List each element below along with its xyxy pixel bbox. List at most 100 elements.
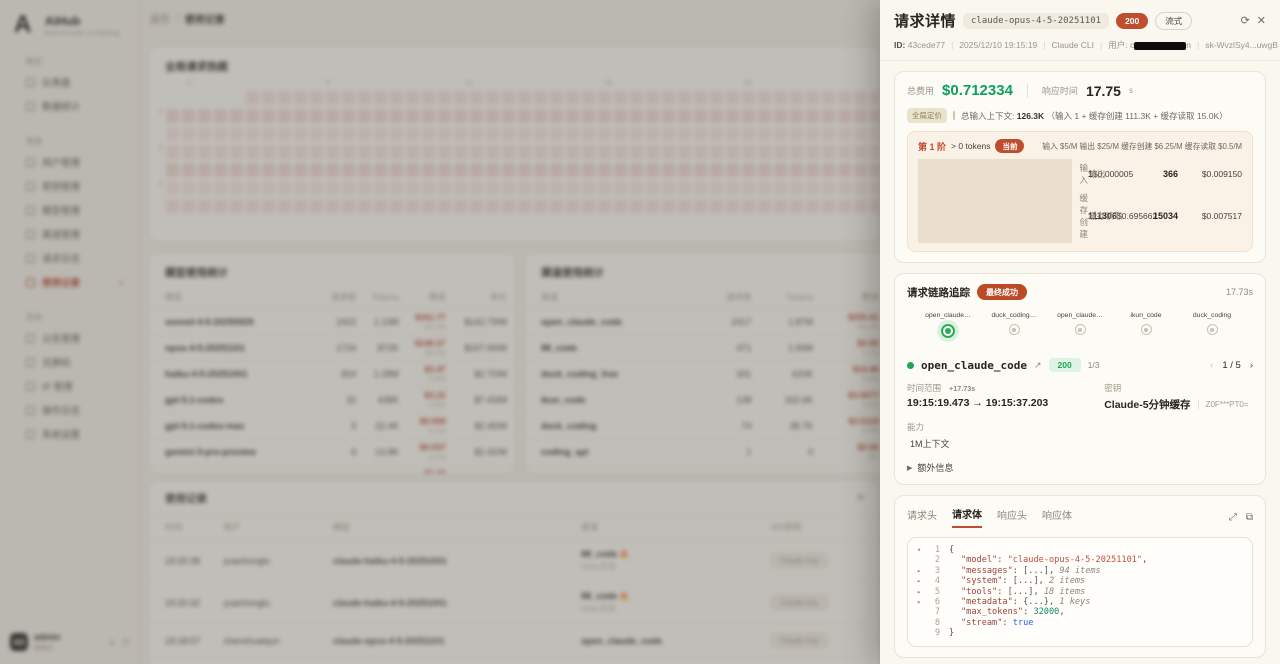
trace-node-label: open_claude… <box>925 312 971 319</box>
code-token: "metadata" <box>961 597 1013 607</box>
request-detail-drawer: 请求详情 claude-opus-4-5-20251101 200 流式 ⟳ ✕… <box>880 0 1280 664</box>
fold-toggle-icon[interactable]: ▸ <box>917 597 926 607</box>
code-token: "system" <box>961 576 1002 586</box>
code-token: : <box>1002 576 1012 586</box>
trace-node-label: duck_coding <box>1193 312 1231 319</box>
fold-toggle-icon[interactable]: ▸ <box>917 566 926 576</box>
status-badge: 200 <box>1116 13 1148 29</box>
tier-usage-缓存读取: 缓存读取15034$0.007517 <box>1089 189 1243 243</box>
code-line: ▸6"metadata": {...}, 1 keys <box>917 597 1243 607</box>
response-time-label: 响应时间 <box>1042 84 1078 97</box>
code-token: } <box>949 628 954 638</box>
code-token: "tools" <box>961 587 997 597</box>
trace-card: 请求链路追踪 最终成功 17.73s open_claude… duck_codi… <box>894 273 1266 485</box>
line-number: 9 <box>926 628 940 638</box>
tier-usage-cost: $0.009150 <box>1178 169 1242 179</box>
code-token: [...] <box>1013 576 1039 586</box>
trace-title: 请求链路追踪 <box>907 285 970 300</box>
expand-icon[interactable]: ⤢ <box>1229 512 1237 523</box>
trace-node-label: duck_coding… <box>992 312 1037 319</box>
code-token: "stream" <box>961 618 1002 628</box>
divider <box>918 159 1072 189</box>
code-token: "max_tokens" <box>961 607 1023 617</box>
tab-响应体[interactable]: 响应体 <box>1042 507 1072 527</box>
refresh-icon[interactable]: ⟳ <box>1241 14 1250 27</box>
code-token: 32000 <box>1033 607 1059 617</box>
fold-toggle-icon[interactable]: ▸ <box>917 576 926 586</box>
code-token: : <box>997 555 1007 565</box>
node-status-dot <box>907 362 914 369</box>
pricing-tier-card: 第 1 阶 > 0 tokens 当前 输入 $5/M 输出 $25/M 缓存创… <box>907 131 1253 252</box>
code-token: , <box>1049 597 1059 607</box>
code-line: ▸3"messages": [...], 94 items <box>917 566 1243 576</box>
trace-node-duck_coding…[interactable]: duck_coding… <box>988 312 1040 338</box>
line-number: 7 <box>926 607 940 617</box>
final-status-badge: 最终成功 <box>977 284 1027 300</box>
trace-node-ring <box>1207 324 1218 335</box>
time-range-label: 时间范围 <box>907 382 941 394</box>
tab-请求体[interactable]: 请求体 <box>952 506 982 528</box>
fold-toggle-icon[interactable]: ▸ <box>917 587 926 597</box>
stream-badge: 流式 <box>1155 12 1192 30</box>
pager-next-icon[interactable]: › <box>1250 360 1253 371</box>
client-name: Claude CLI <box>1052 40 1095 50</box>
line-number: 6 <box>926 597 940 607</box>
code-token: 1 keys <box>1059 597 1090 607</box>
code-token: , <box>1142 555 1147 565</box>
trace-duration: 17.73s <box>1226 287 1253 297</box>
tier-usage-label: 输入 <box>1080 162 1089 186</box>
request-time: 2025/12/10 19:15:19 <box>959 40 1037 50</box>
tab-请求头[interactable]: 请求头 <box>907 507 937 527</box>
capability-value: 1M上下文 <box>907 437 1253 450</box>
trace-node-duck_coding[interactable]: duck_coding <box>1186 312 1238 338</box>
line-number: 8 <box>926 618 940 628</box>
trace-node-open_claude…[interactable]: open_claude… <box>922 312 974 338</box>
close-icon[interactable]: ✕ <box>1257 14 1266 27</box>
key-masked-value: Z0F***PT0= <box>1198 400 1249 409</box>
time-range-value: 19:15:19.473 → 19:15:37.203 <box>907 397 1104 409</box>
tier-range: > 0 tokens <box>951 141 990 151</box>
trace-node-open_claude…[interactable]: open_claude… <box>1054 312 1106 338</box>
pager-prev-icon[interactable]: ‹ <box>1210 360 1213 371</box>
code-token: , <box>1039 576 1049 586</box>
request-meta-row: ID: 43cede77 | 2025/12/10 19:15:19 | Cla… <box>880 31 1280 61</box>
tier-usage-输出: 输出366$0.009150 <box>1089 159 1243 189</box>
tab-响应头[interactable]: 响应头 <box>997 507 1027 527</box>
tier-rates: 输入 $5/M 输出 $25/M 缓存创建 $6.25/M 缓存读取 $0.5/… <box>1042 141 1242 152</box>
copy-icon[interactable]: ⧉ <box>1246 512 1253 523</box>
payload-card: 请求头请求体响应头响应体 ⤢ ⧉ ▾1{2"model": "claude-op… <box>894 495 1266 658</box>
code-token: "claude-opus-4-5-20251101" <box>1008 555 1143 565</box>
caret-right-icon: ▶ <box>907 464 912 472</box>
cost-card: 总费用 $0.712334 响应时间 17.75 s 全局定价 总输入上下文: … <box>894 71 1266 263</box>
divider <box>918 189 1072 243</box>
trace-node-label: open_claude… <box>1057 312 1103 319</box>
model-chip: claude-opus-4-5-20251101 <box>963 13 1109 29</box>
node-status-chip: 200 <box>1049 358 1081 372</box>
trace-node-ikun_code[interactable]: ikun_code <box>1120 312 1172 338</box>
trace-node-ring <box>1075 324 1086 335</box>
line-number: 1 <box>926 545 940 555</box>
trace-node-ring <box>1009 324 1020 335</box>
external-link-icon[interactable]: ↗ <box>1034 360 1042 371</box>
code-token: : <box>1002 618 1012 628</box>
extra-info-toggle[interactable]: ▶ 额外信息 <box>907 461 1253 474</box>
api-key-masked: sk-WvzlSy4...uwgB <box>1205 40 1278 50</box>
tier-usage-缓存创建: 缓存创建111306$0.695662 <box>1080 189 1081 243</box>
capability-label: 能力 <box>907 421 924 433</box>
pricing-scope-badge: 全局定价 <box>907 108 947 123</box>
code-token: "messages" <box>961 566 1013 576</box>
response-time-unit: s <box>1129 86 1133 95</box>
code-token: , <box>1049 566 1059 576</box>
json-code-viewer[interactable]: ▾1{2"model": "claude-opus-4-5-20251101",… <box>907 537 1253 647</box>
code-token: { <box>949 545 954 555</box>
time-delta: +17.73s <box>949 384 975 393</box>
line-number: 4 <box>926 576 940 586</box>
trace-timeline: open_claude… duck_coding… open_claude… ikun… <box>907 312 1253 338</box>
code-line: 7"max_tokens": 32000, <box>917 607 1243 617</box>
tier-usage-label: 缓存读取 <box>1089 210 1135 222</box>
code-token: {...} <box>1023 597 1049 607</box>
code-token: : <box>1013 566 1023 576</box>
node-name: open_claude_code <box>921 359 1027 372</box>
code-token: : <box>997 587 1007 597</box>
fold-toggle-icon[interactable]: ▾ <box>917 545 926 555</box>
